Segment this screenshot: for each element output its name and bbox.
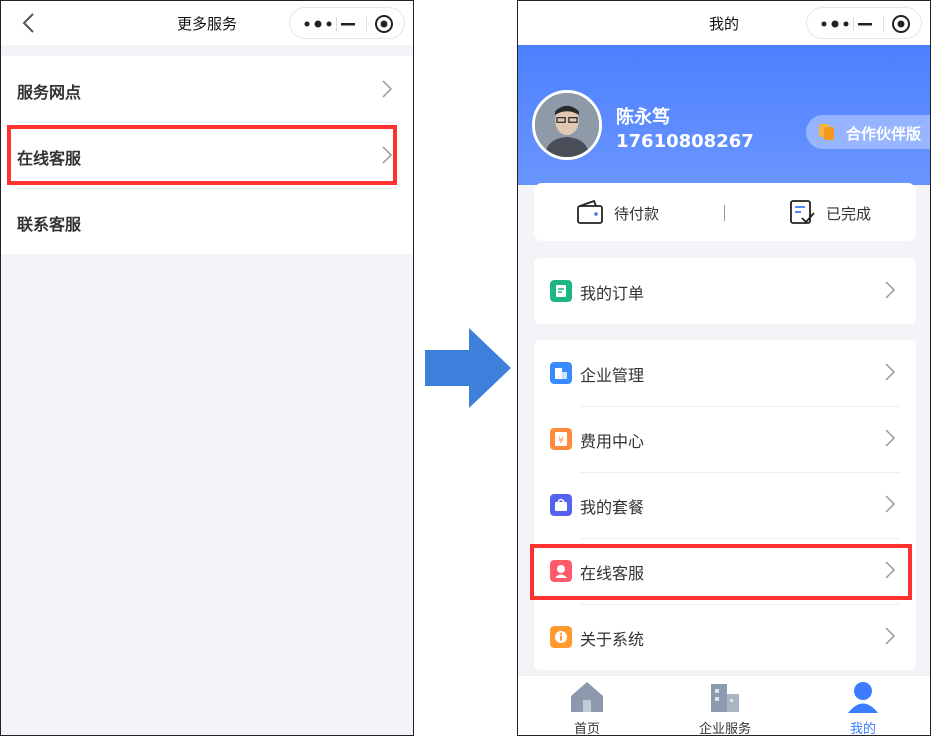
- tab-enterprise-service[interactable]: 企业服务: [656, 676, 794, 736]
- partner-icon: [819, 124, 834, 140]
- bottom-tabbar: 首页 企业服务 我的: [518, 675, 930, 735]
- menu-label: 我的套餐: [580, 498, 645, 517]
- flow-arrow-icon: [425, 328, 511, 408]
- close-target-icon[interactable]: [891, 14, 911, 34]
- svg-text:¥: ¥: [558, 436, 564, 446]
- home-icon: [571, 682, 603, 712]
- right-navbar: 我的: [518, 1, 930, 45]
- tab-home[interactable]: 首页: [518, 676, 656, 736]
- orders-card: 我的订单: [534, 258, 916, 324]
- menu-item-my-orders[interactable]: 我的订单: [534, 258, 916, 324]
- list-item-label: 服务网点: [17, 83, 82, 102]
- chevron-right-icon: [382, 80, 393, 98]
- info-icon: [550, 626, 572, 648]
- partner-edition-badge[interactable]: 合作伙伴版: [806, 115, 930, 149]
- list-item-contact-service[interactable]: 联系客服: [1, 188, 413, 254]
- tab-label: 企业服务: [698, 722, 751, 736]
- left-phone-screen: 更多服务 服务网点 在线客服 联系客服: [0, 0, 414, 736]
- order-icon: [550, 280, 572, 302]
- list-item-label: 联系客服: [17, 215, 82, 234]
- tab-label: 我的: [849, 722, 876, 736]
- menu-label: 我的订单: [580, 284, 645, 303]
- menu-label: 费用中心: [580, 432, 645, 451]
- mini-program-capsule: [806, 7, 922, 39]
- enterprise-icon: [550, 362, 572, 384]
- completed-icon: [790, 200, 815, 224]
- more-dots-icon[interactable]: [302, 17, 334, 31]
- avatar[interactable]: [532, 90, 602, 160]
- status-label: 已完成: [826, 205, 872, 223]
- chevron-right-icon: [885, 281, 896, 299]
- user-name: 陈永笃: [616, 107, 670, 128]
- chevron-right-icon: [885, 495, 896, 513]
- right-phone-screen: 我的 陈永笃 17610808267 合作伙伴版 待付款 已完成 我的订单 企业…: [517, 0, 931, 736]
- wallet-icon: [577, 199, 603, 224]
- menu-label: 企业管理: [580, 366, 645, 385]
- status-divider: [724, 205, 725, 221]
- fee-icon: ¥: [550, 428, 572, 450]
- minimize-icon[interactable]: [340, 17, 356, 31]
- user-phone: 17610808267: [616, 131, 754, 152]
- order-status-card: 待付款 已完成: [534, 183, 916, 241]
- menu-item-about-system[interactable]: 关于系统: [534, 604, 916, 670]
- list-item-service-points[interactable]: 服务网点: [1, 56, 413, 122]
- badge-label: 合作伙伴版: [846, 125, 922, 143]
- tab-mine[interactable]: 我的: [794, 676, 930, 736]
- menu-item-fee-center[interactable]: ¥ 费用中心: [534, 406, 916, 472]
- chevron-right-icon: [885, 429, 896, 447]
- mini-program-capsule: [289, 7, 405, 39]
- status-label: 待付款: [614, 205, 660, 223]
- tab-label: 首页: [573, 722, 600, 736]
- menu-item-enterprise-management[interactable]: 企业管理: [534, 340, 916, 406]
- menu-label: 关于系统: [580, 630, 645, 649]
- chevron-right-icon: [885, 627, 896, 645]
- person-icon: [848, 682, 878, 713]
- highlight-box: [530, 544, 912, 600]
- menu-card: 企业管理 ¥ 费用中心 我的套餐 在线客服 关于系统: [534, 340, 916, 670]
- chevron-right-icon: [885, 363, 896, 381]
- close-target-icon[interactable]: [374, 14, 394, 34]
- building-icon: [711, 684, 739, 712]
- profile-header: 陈永笃 17610808267 合作伙伴版: [518, 45, 930, 185]
- highlight-box: [7, 125, 397, 185]
- more-dots-icon[interactable]: [819, 17, 851, 31]
- package-icon: [550, 494, 572, 516]
- avatar-photo-icon: [535, 93, 599, 157]
- menu-item-my-package[interactable]: 我的套餐: [534, 472, 916, 538]
- minimize-icon[interactable]: [857, 17, 873, 31]
- left-navbar: 更多服务: [1, 1, 413, 45]
